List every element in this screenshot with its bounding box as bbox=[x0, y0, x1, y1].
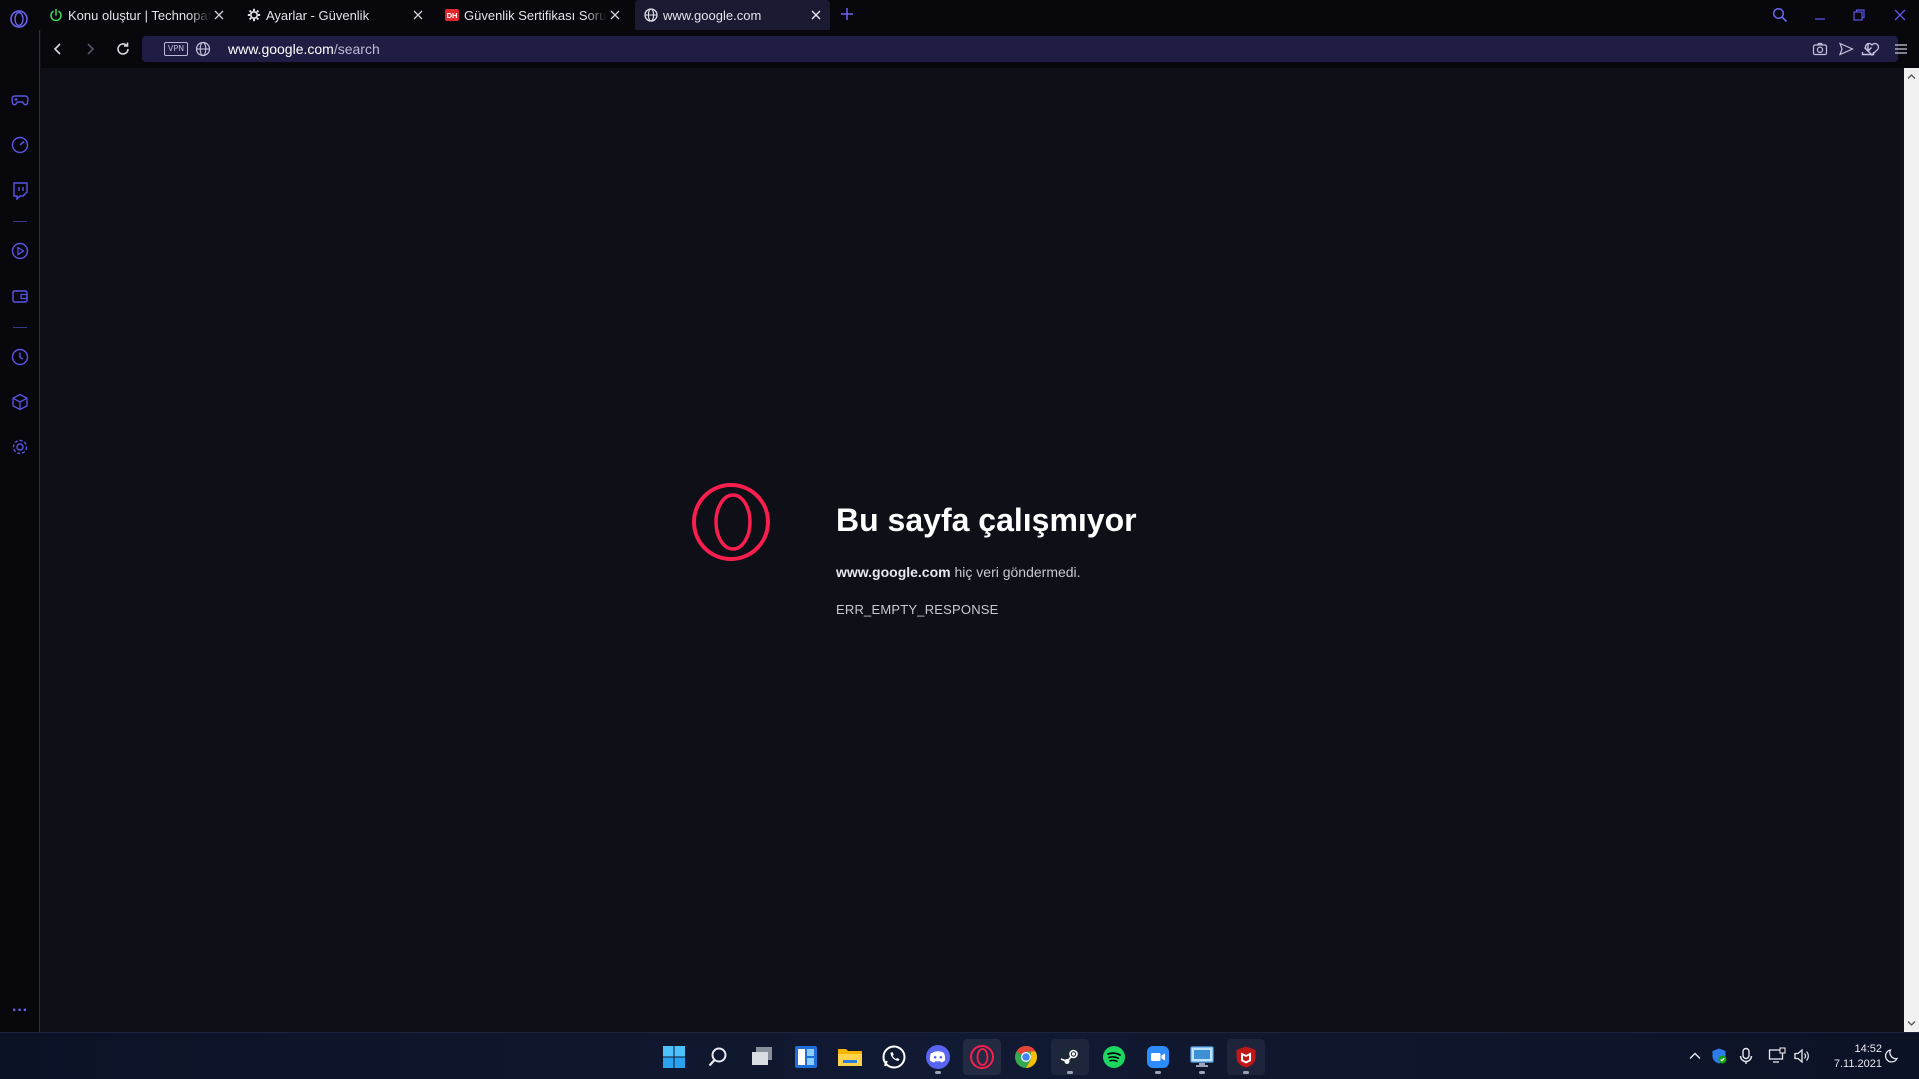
tab-search-icon[interactable] bbox=[1769, 4, 1791, 26]
speed-icon[interactable] bbox=[9, 134, 31, 156]
back-icon[interactable] bbox=[47, 38, 69, 60]
settings-icon[interactable] bbox=[9, 436, 31, 458]
chrome-icon[interactable] bbox=[1007, 1039, 1045, 1075]
close-icon[interactable] bbox=[808, 7, 824, 23]
widgets-icon[interactable] bbox=[787, 1039, 825, 1075]
focus-assist-moon-icon[interactable] bbox=[1884, 1047, 1902, 1065]
tab-title: Ayarlar - Güvenlik bbox=[266, 7, 370, 23]
snapshot-camera-icon[interactable] bbox=[1811, 40, 1829, 58]
scroll-down-icon[interactable] bbox=[1907, 1019, 1916, 1028]
gear-icon bbox=[246, 7, 262, 23]
remote-desktop-icon[interactable] bbox=[1183, 1039, 1221, 1075]
tab-donanimhaber[interactable]: DH Güvenlik Sertifikası Sorunu bbox=[436, 0, 629, 30]
discord-icon[interactable] bbox=[919, 1039, 957, 1075]
whatsapp-icon[interactable] bbox=[875, 1039, 913, 1075]
tab-title: www.google.com bbox=[663, 7, 762, 23]
close-icon[interactable] bbox=[410, 7, 426, 23]
reload-icon[interactable] bbox=[112, 38, 134, 60]
restore-icon[interactable] bbox=[1848, 4, 1870, 26]
vpn-badge[interactable]: VPN bbox=[164, 42, 188, 56]
start-icon[interactable] bbox=[655, 1039, 693, 1075]
new-tab-plus-icon[interactable] bbox=[838, 5, 856, 23]
chevron-up-icon[interactable] bbox=[1686, 1047, 1704, 1065]
error-title: Bu sayfa çalışmıyor bbox=[836, 502, 1137, 538]
file-explorer-icon[interactable] bbox=[831, 1039, 869, 1075]
sidebar-separator bbox=[13, 327, 27, 328]
wallet-icon[interactable] bbox=[9, 285, 31, 307]
twitch-icon[interactable] bbox=[9, 179, 31, 201]
taskbar: 14:52 7.11.2021 bbox=[0, 1032, 1919, 1079]
tab-title: Güvenlik Sertifikası Sorunu bbox=[464, 7, 607, 23]
globe-icon bbox=[643, 7, 659, 23]
tab-title: Konu oluştur | Technopat Sosyal bbox=[68, 7, 211, 23]
clock-date: 7.11.2021 bbox=[1833, 1058, 1882, 1070]
gamepad-icon[interactable] bbox=[9, 89, 31, 111]
steam-icon[interactable] bbox=[1051, 1039, 1089, 1075]
url-text[interactable]: www.google.com/search bbox=[228, 41, 380, 57]
url-host: www.google.com bbox=[228, 41, 334, 57]
opera-gx-taskbar-icon[interactable] bbox=[963, 1039, 1001, 1075]
cube-icon[interactable] bbox=[9, 391, 31, 413]
task-view-icon[interactable] bbox=[743, 1039, 781, 1075]
error-code: ERR_EMPTY_RESPONSE bbox=[836, 602, 999, 617]
security-shield-icon[interactable] bbox=[1710, 1047, 1728, 1065]
error-host: www.google.com bbox=[836, 564, 951, 580]
url-path: /search bbox=[333, 41, 380, 57]
dh-icon: DH bbox=[444, 7, 460, 23]
close-icon[interactable] bbox=[607, 7, 623, 23]
sidebar-separator bbox=[13, 221, 27, 222]
svg-text:DH: DH bbox=[447, 11, 458, 20]
opera-menu-icon[interactable] bbox=[8, 8, 30, 30]
spotify-icon[interactable] bbox=[1095, 1039, 1133, 1075]
scroll-up-icon[interactable] bbox=[1907, 72, 1916, 81]
microphone-icon[interactable] bbox=[1737, 1047, 1755, 1065]
minimize-icon[interactable] bbox=[1809, 4, 1831, 26]
history-icon[interactable] bbox=[9, 346, 31, 368]
page-content: Bu sayfa çalışmıyor www.google.com hiç v… bbox=[41, 68, 1904, 1032]
toolbar: VPN www.google.com/search bbox=[41, 30, 1919, 68]
mcafee-icon[interactable] bbox=[1227, 1039, 1265, 1075]
player-icon[interactable] bbox=[9, 240, 31, 262]
send-icon[interactable] bbox=[1837, 40, 1855, 58]
forward-icon[interactable] bbox=[79, 38, 101, 60]
volume-icon[interactable] bbox=[1793, 1047, 1811, 1065]
site-info-globe-icon[interactable] bbox=[195, 41, 211, 57]
vertical-scrollbar[interactable] bbox=[1904, 68, 1919, 1032]
clock[interactable]: 14:52 7.11.2021 bbox=[1826, 1042, 1882, 1072]
zoom-icon[interactable] bbox=[1139, 1039, 1177, 1075]
tab-settings[interactable]: Ayarlar - Güvenlik bbox=[238, 0, 432, 30]
sidebar-more-icon[interactable]: ··· bbox=[9, 1000, 31, 1022]
sidebar: ··· bbox=[0, 30, 40, 1032]
error-message: hiç veri göndermedi. bbox=[950, 564, 1081, 580]
browser-window: Konu oluştur | Technopat Sosyal Ayarlar … bbox=[0, 0, 1919, 1079]
error-description: www.google.com hiç veri göndermedi. bbox=[836, 564, 1081, 580]
download-icon[interactable] bbox=[1857, 38, 1879, 60]
power-icon bbox=[48, 7, 64, 23]
search-icon[interactable] bbox=[699, 1039, 737, 1075]
tab-google-active[interactable]: www.google.com bbox=[635, 0, 830, 30]
tab-technopat[interactable]: Konu oluştur | Technopat Sosyal bbox=[40, 0, 233, 30]
clock-time: 14:52 bbox=[1854, 1043, 1882, 1055]
easy-setup-menu-icon[interactable] bbox=[1890, 38, 1912, 60]
close-icon[interactable] bbox=[211, 7, 227, 23]
opera-gx-logo bbox=[690, 481, 772, 563]
close-window-icon[interactable] bbox=[1889, 4, 1911, 26]
tab-strip: Konu oluştur | Technopat Sosyal Ayarlar … bbox=[0, 0, 1919, 30]
address-bar[interactable]: VPN www.google.com/search bbox=[142, 36, 1898, 62]
network-icon[interactable] bbox=[1768, 1047, 1786, 1065]
